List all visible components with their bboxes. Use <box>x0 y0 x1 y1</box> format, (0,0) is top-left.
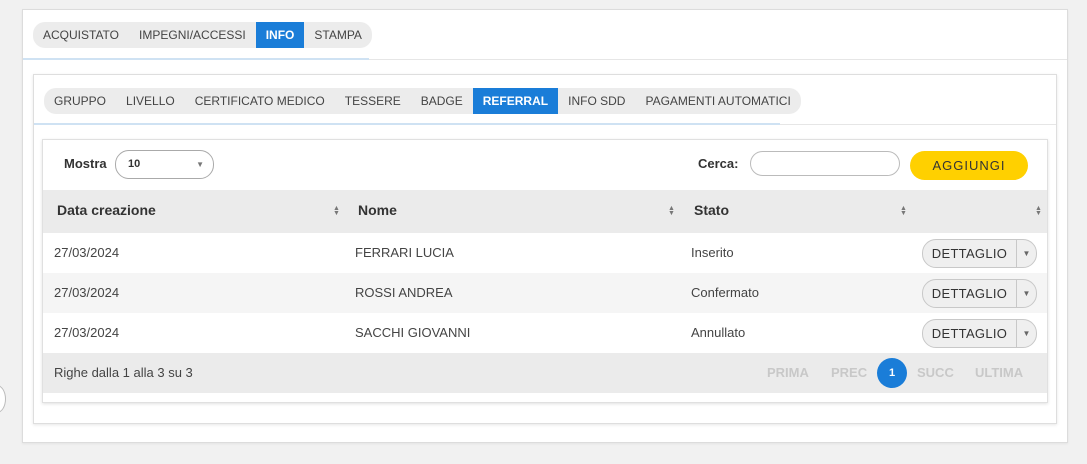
cell-date: 27/03/2024 <box>54 285 120 300</box>
pagination-last[interactable]: ULTIMA <box>975 361 1023 385</box>
table-row: 27/03/2024 SACCHI GIOVANNI Annullato DET… <box>43 313 1047 353</box>
page-size-label: Mostra <box>64 156 107 171</box>
sort-icon[interactable]: ▲ ▼ <box>333 205 340 217</box>
tab-certificato-medico[interactable]: CERTIFICATO MEDICO <box>185 88 335 114</box>
table-row: 27/03/2024 FERRARI LUCIA Inserito DETTAG… <box>43 233 1047 273</box>
detail-split-button: DETTAGLIO ▼ <box>922 239 1037 268</box>
tab-acquistato[interactable]: ACQUISTATO <box>33 22 129 48</box>
pagination-current-page[interactable]: 1 <box>877 358 907 388</box>
detail-split-button: DETTAGLIO ▼ <box>922 319 1037 348</box>
detail-button[interactable]: DETTAGLIO <box>923 280 1016 307</box>
tab-stampa[interactable]: STAMPA <box>304 22 372 48</box>
page-size-select[interactable]: 10 ▼ <box>115 150 214 179</box>
tab-tessere[interactable]: TESSERE <box>335 88 411 114</box>
main-tabs: ACQUISTATO IMPEGNI/ACCESSI INFO STAMPA <box>33 22 372 48</box>
main-tabs-underline <box>23 58 369 60</box>
cell-date: 27/03/2024 <box>54 245 120 260</box>
tab-pagamenti-automatici[interactable]: PAGAMENTI AUTOMATICI <box>635 88 800 114</box>
sort-icon[interactable]: ▲ ▼ <box>668 205 675 217</box>
cell-name: FERRARI LUCIA <box>355 245 454 260</box>
table-footer: Righe dalla 1 alla 3 su 3 PRIMA PREC 1 S… <box>43 353 1047 393</box>
cell-name: ROSSI ANDREA <box>355 285 453 300</box>
sort-icon[interactable]: ▲ ▼ <box>1035 205 1042 217</box>
tab-info-sdd[interactable]: INFO SDD <box>558 88 635 114</box>
pagination-next[interactable]: SUCC <box>917 361 954 385</box>
info-tabs: GRUPPO LIVELLO CERTIFICATO MEDICO TESSER… <box>44 88 801 114</box>
outer-panel: ACQUISTATO IMPEGNI/ACCESSI INFO STAMPA G… <box>22 9 1068 443</box>
column-header-nome[interactable]: Nome <box>358 190 397 233</box>
tab-referral[interactable]: REFERRAL <box>472 88 559 114</box>
search-input[interactable] <box>750 151 900 176</box>
detail-split-button: DETTAGLIO ▼ <box>922 279 1037 308</box>
chevron-down-icon[interactable]: ▼ <box>1016 280 1036 307</box>
detail-button[interactable]: DETTAGLIO <box>923 320 1016 347</box>
rows-info: Righe dalla 1 alla 3 su 3 <box>54 365 193 380</box>
tab-livello[interactable]: LIVELLO <box>116 88 185 114</box>
cell-status: Annullato <box>691 325 746 340</box>
page-size-value: 10 <box>128 158 141 170</box>
chevron-down-icon[interactable]: ▼ <box>1016 240 1036 267</box>
table-row: 27/03/2024 ROSSI ANDREA Confermato DETTA… <box>43 273 1047 313</box>
detail-button[interactable]: DETTAGLIO <box>923 240 1016 267</box>
chevron-down-icon: ▼ <box>196 160 204 169</box>
column-header-stato[interactable]: Stato <box>694 190 729 233</box>
cell-name: SACCHI GIOVANNI <box>355 325 471 340</box>
tab-badge[interactable]: BADGE <box>411 88 473 114</box>
cell-status: Inserito <box>691 245 734 260</box>
column-header-data-creazione[interactable]: Data creazione <box>57 190 156 233</box>
info-tabs-underline <box>34 123 780 125</box>
chevron-down-icon[interactable]: ▼ <box>1016 320 1036 347</box>
pagination-first[interactable]: PRIMA <box>767 361 809 385</box>
cell-status: Confermato <box>691 285 759 300</box>
sort-icon[interactable]: ▲ ▼ <box>900 205 907 217</box>
tab-info[interactable]: INFO <box>255 22 305 48</box>
pagination-prev[interactable]: PREC <box>831 361 867 385</box>
referral-table-panel: Mostra 10 ▼ Cerca: AGGIUNGI Data creazio… <box>42 139 1048 403</box>
add-button[interactable]: AGGIUNGI <box>910 151 1028 180</box>
tab-impegni-accessi[interactable]: IMPEGNI/ACCESSI <box>129 22 256 48</box>
table-header: Data creazione ▲ ▼ Nome ▲ ▼ Stato ▲ ▼ ▲ ▼ <box>43 190 1047 233</box>
edge-control[interactable] <box>0 385 6 413</box>
cell-date: 27/03/2024 <box>54 325 120 340</box>
tab-gruppo[interactable]: GRUPPO <box>44 88 116 114</box>
info-panel: GRUPPO LIVELLO CERTIFICATO MEDICO TESSER… <box>33 74 1057 424</box>
search-label: Cerca: <box>698 156 739 171</box>
